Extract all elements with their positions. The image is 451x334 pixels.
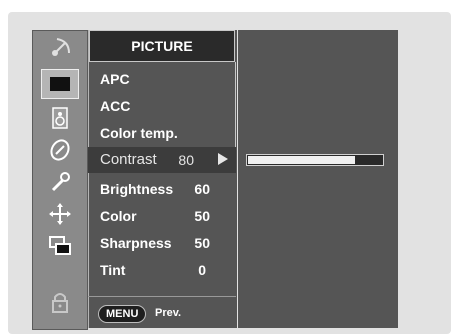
contrast-value: 80 [178,152,194,168]
tint-value: 0 [198,262,206,278]
menu-button[interactable]: MENU [98,305,147,323]
menu-item-color-temp[interactable]: Color temp. [100,120,178,146]
right-arrow-icon [218,153,228,165]
satellite-dish-icon[interactable] [41,33,79,63]
contrast-label: Contrast [100,151,157,168]
menu-item-contrast[interactable]: Contrast 80 [88,147,236,173]
lock-icon[interactable] [41,287,79,317]
windows-icon[interactable] [41,231,79,261]
sharpness-value: 50 [194,235,210,251]
speaker-icon[interactable] [41,103,79,133]
contrast-slider-fill [248,156,355,164]
contrast-slider[interactable] [246,154,384,166]
picture-icon[interactable] [41,69,79,99]
pip-move-icon[interactable] [41,199,79,229]
color-value: 50 [194,208,210,224]
clock-icon[interactable] [41,135,79,165]
menu-item-apc[interactable]: APC [100,66,130,92]
menu-footer: MENU Prev. [88,296,236,328]
menu-item-acc[interactable]: ACC [100,93,130,119]
icon-sidebar [32,30,88,330]
wrench-icon[interactable] [41,167,79,197]
prev-label: Prev. [155,307,182,319]
adjust-panel [238,30,398,328]
brightness-value: 60 [194,181,210,197]
menu-item-sharpness[interactable]: Sharpness [100,230,172,256]
menu-item-tint[interactable]: Tint [100,257,125,283]
menu-title: PICTURE [89,30,235,62]
menu-item-brightness[interactable]: Brightness [100,176,173,202]
menu-item-color[interactable]: Color [100,203,137,229]
